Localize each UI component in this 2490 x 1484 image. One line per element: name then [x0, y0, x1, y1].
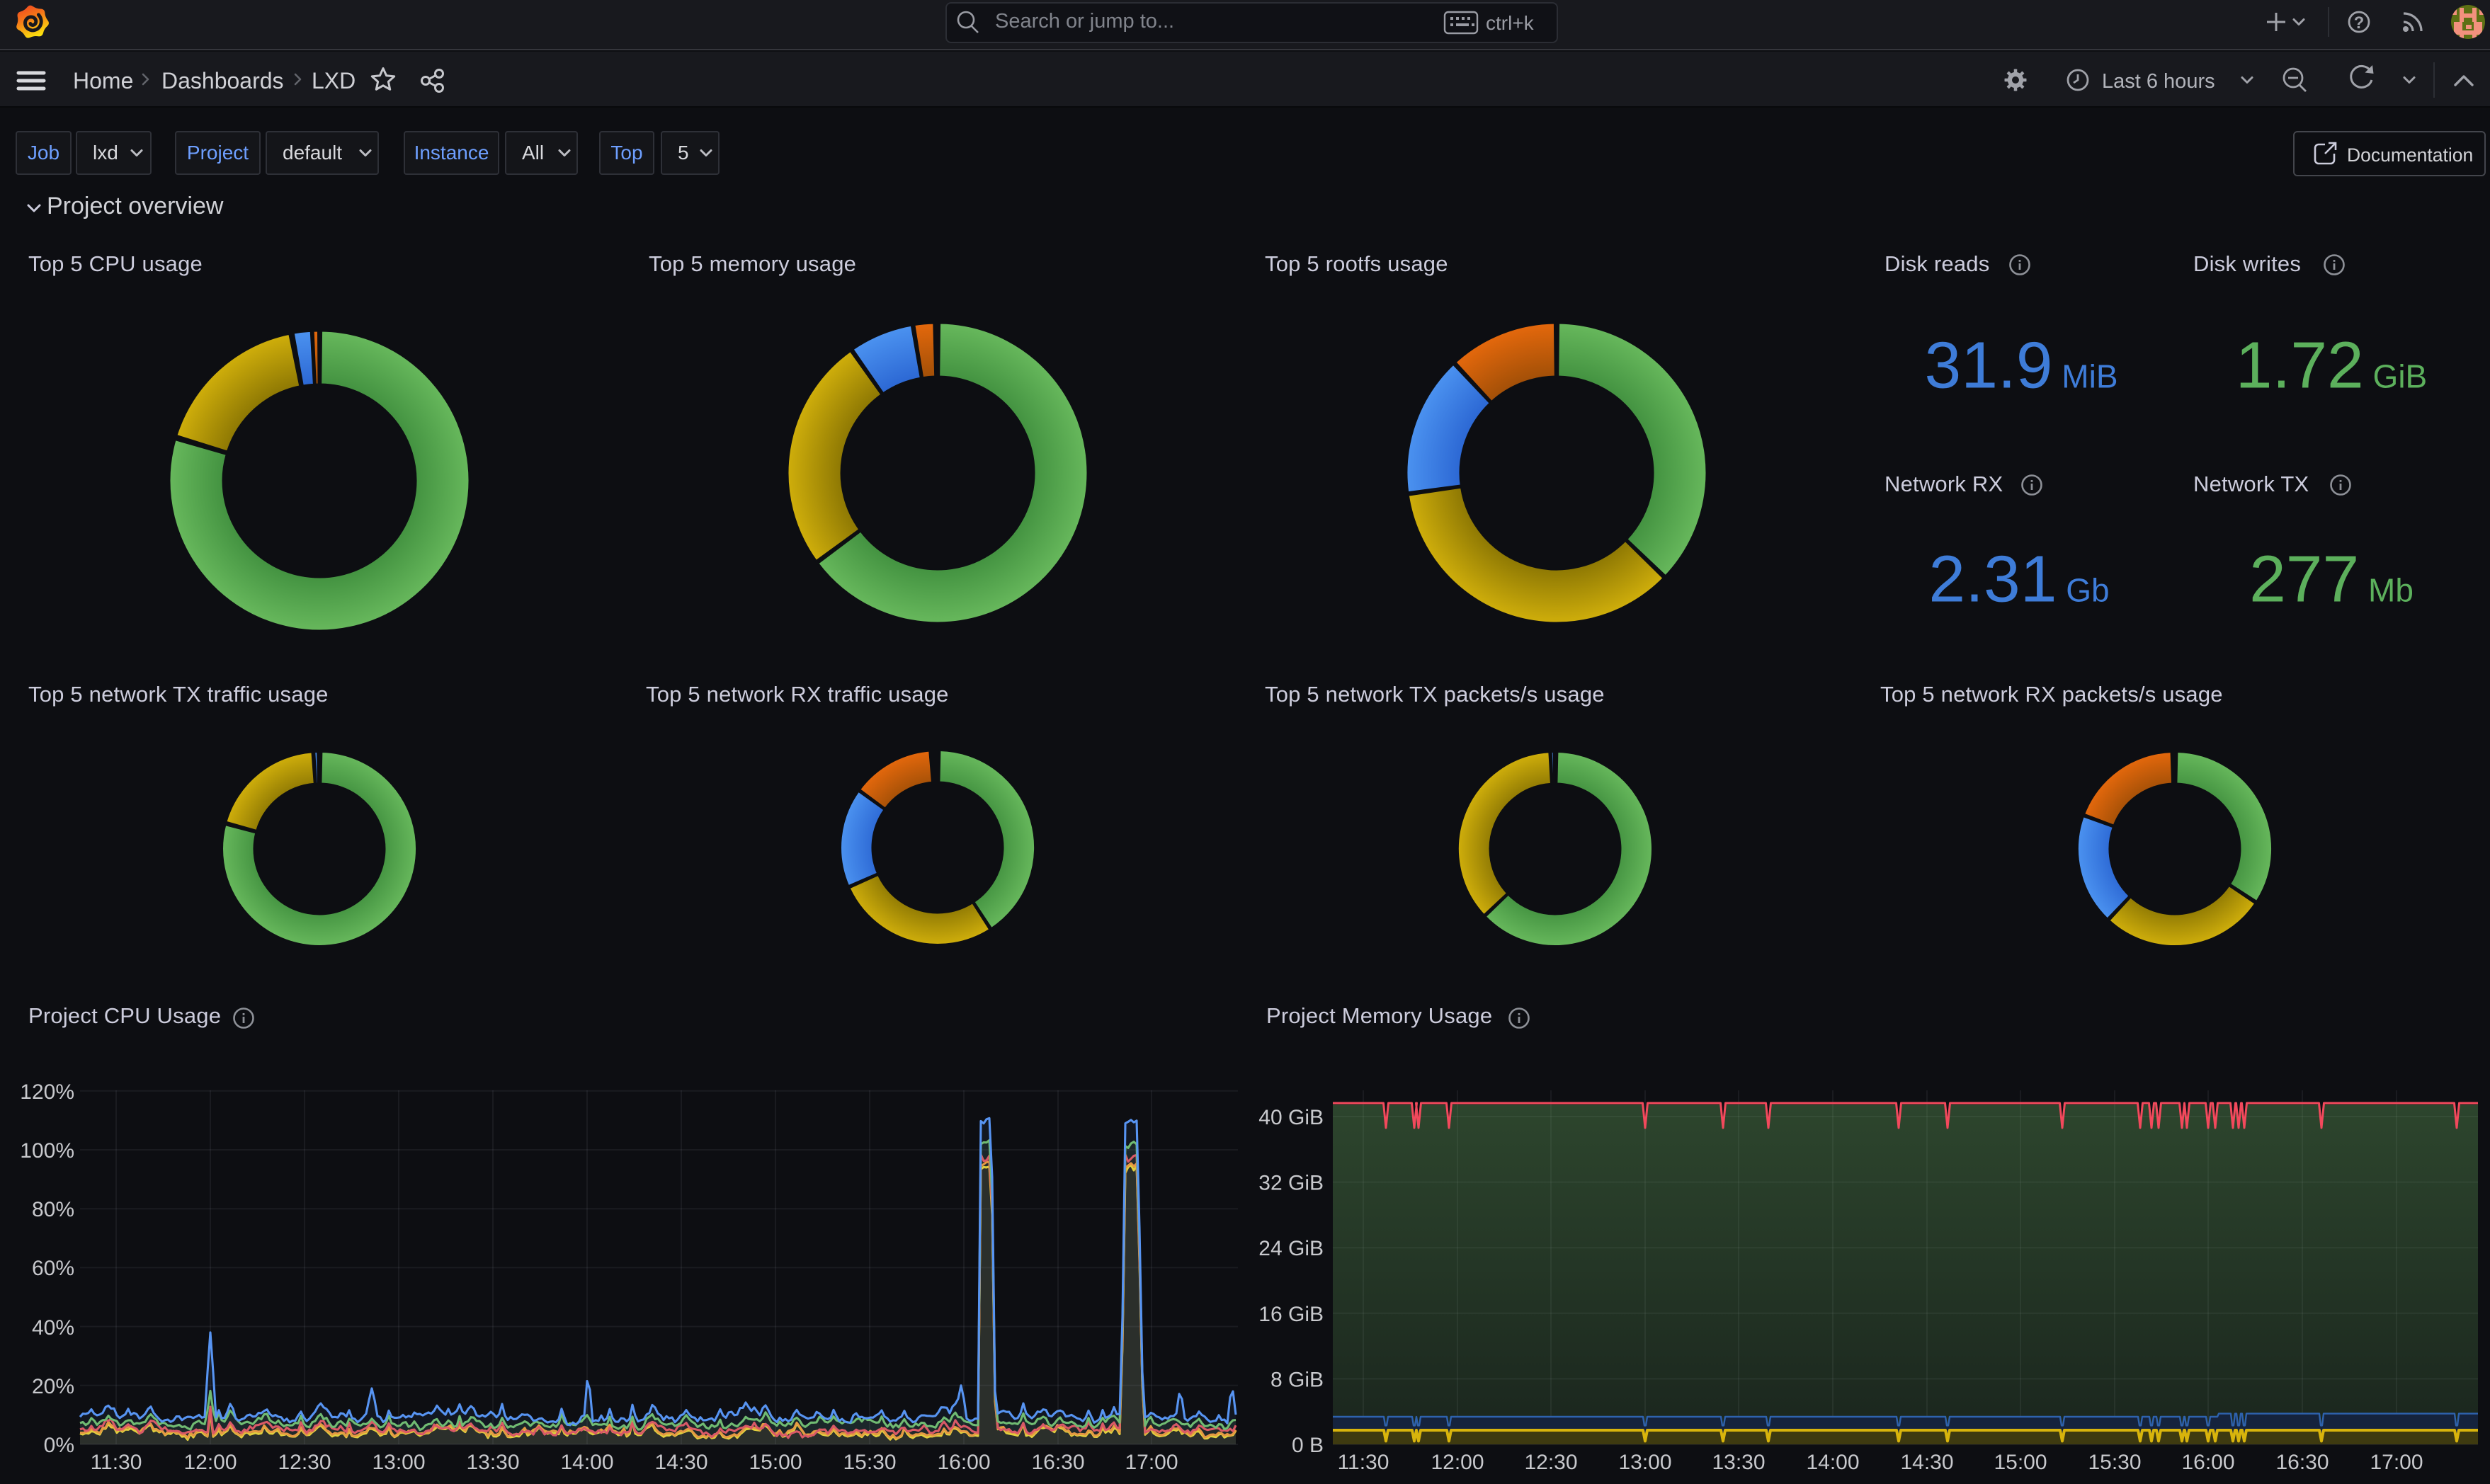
- svg-text:12:30: 12:30: [1524, 1451, 1577, 1474]
- svg-text:8 GiB: 8 GiB: [1270, 1368, 1324, 1391]
- svg-text:17:00: 17:00: [1125, 1451, 1178, 1474]
- svg-text:15:30: 15:30: [843, 1451, 896, 1474]
- svg-text:13:00: 13:00: [1618, 1451, 1671, 1474]
- svg-text:14:30: 14:30: [1900, 1451, 1953, 1474]
- svg-text:16:30: 16:30: [1031, 1451, 1084, 1474]
- svg-text:40 GiB: 40 GiB: [1258, 1106, 1324, 1129]
- svg-text:14:00: 14:00: [560, 1451, 613, 1474]
- svg-text:13:30: 13:30: [466, 1451, 519, 1474]
- svg-text:40%: 40%: [32, 1316, 74, 1340]
- svg-text:15:30: 15:30: [2088, 1451, 2141, 1474]
- svg-text:0 B: 0 B: [1292, 1434, 1324, 1457]
- svg-text:120%: 120%: [20, 1080, 74, 1104]
- svg-text:16:00: 16:00: [937, 1451, 990, 1474]
- svg-text:0%: 0%: [44, 1434, 74, 1457]
- svg-text:13:00: 13:00: [372, 1451, 425, 1474]
- svg-text:24 GiB: 24 GiB: [1258, 1237, 1324, 1260]
- svg-text:12:30: 12:30: [278, 1451, 331, 1474]
- svg-text:20%: 20%: [32, 1375, 74, 1398]
- svg-text:15:00: 15:00: [749, 1451, 802, 1474]
- svg-text:14:30: 14:30: [654, 1451, 707, 1474]
- svg-text:80%: 80%: [32, 1198, 74, 1221]
- svg-text:?: ?: [2354, 13, 2365, 33]
- svg-text:100%: 100%: [20, 1139, 74, 1163]
- svg-text:11:30: 11:30: [1338, 1451, 1389, 1474]
- svg-text:16:30: 16:30: [2275, 1451, 2329, 1474]
- svg-text:60%: 60%: [32, 1257, 74, 1280]
- svg-text:32 GiB: 32 GiB: [1258, 1172, 1324, 1195]
- svg-text:16:00: 16:00: [2181, 1451, 2234, 1474]
- svg-text:12:00: 12:00: [183, 1451, 237, 1474]
- svg-text:15:00: 15:00: [1994, 1451, 2047, 1474]
- svg-text:13:30: 13:30: [1712, 1451, 1765, 1474]
- svg-text:14:00: 14:00: [1806, 1451, 1859, 1474]
- svg-text:16 GiB: 16 GiB: [1258, 1303, 1324, 1326]
- svg-text:17:00: 17:00: [2370, 1451, 2423, 1474]
- svg-text:12:00: 12:00: [1431, 1451, 1484, 1474]
- svg-text:11:30: 11:30: [91, 1451, 142, 1474]
